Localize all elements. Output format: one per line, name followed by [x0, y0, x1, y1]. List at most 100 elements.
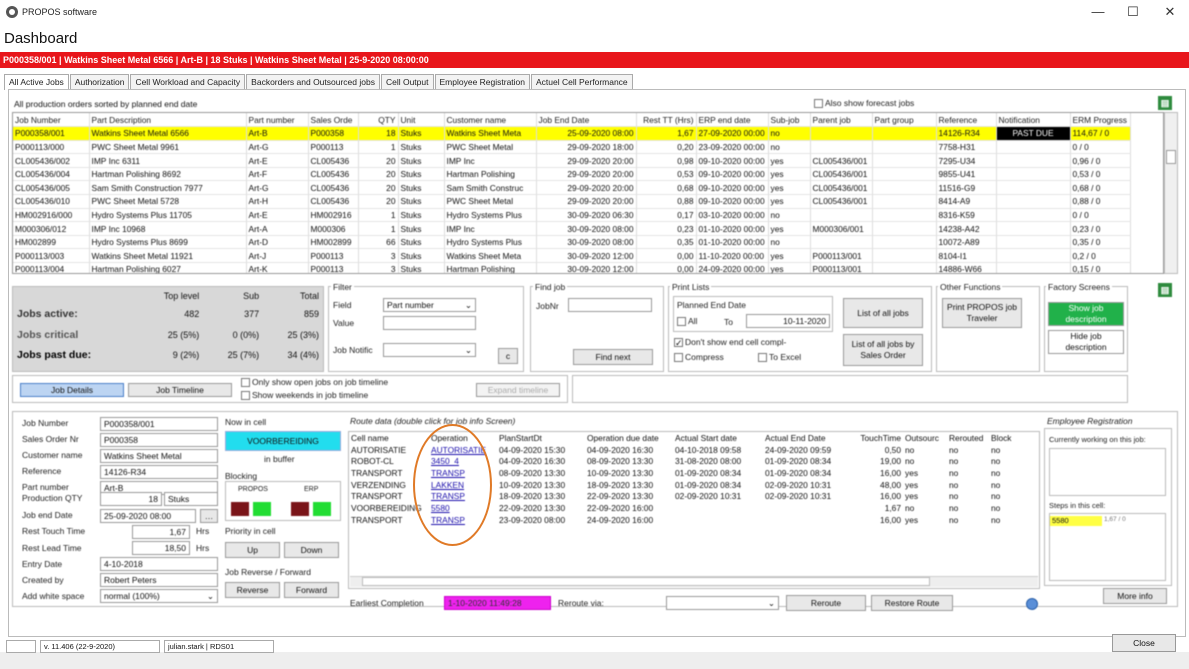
close-window-button[interactable]: ✕	[1158, 3, 1182, 21]
all-checkbox[interactable]	[677, 317, 686, 327]
forward-button[interactable]: Forward	[284, 582, 339, 598]
show-job-description-button[interactable]: Show job description	[1048, 302, 1124, 326]
detail-value[interactable]: P000358/001	[100, 417, 218, 431]
grid-header-cell[interactable]: Part number	[246, 113, 309, 128]
table-row[interactable]: HM002899 Hydro Systems Plus 8699 Art-D HM00…	[13, 235, 1131, 250]
table-row[interactable]: CL005436/002 IMP Inc 6311 Art-E CL005436 20 S…	[13, 153, 1131, 168]
jobs-grid-scroll-thumb[interactable]	[1166, 150, 1176, 164]
filter-field-select[interactable]: Part number ⌄	[383, 298, 476, 312]
table-row[interactable]: P000113/004 Hartman Polishing 6027 Art-K P0…	[13, 262, 1131, 273]
only-open-checkbox[interactable]	[241, 378, 250, 388]
end-date-picker-button[interactable]: …	[200, 509, 218, 523]
grid-header-cell[interactable]: Sales Orde	[308, 113, 359, 128]
show-weekends-checkbox[interactable]	[241, 391, 250, 401]
grid-header-cell[interactable]: Part Description	[89, 113, 247, 128]
close-button[interactable]: Close	[1112, 634, 1176, 652]
grid-header-cell[interactable]: Parent job	[810, 113, 873, 128]
to-excel-checkbox[interactable]	[758, 353, 767, 363]
jobs-grid-scrollbar[interactable]	[1164, 112, 1178, 274]
dont-show-checkbox[interactable]: ✓	[674, 338, 683, 348]
currently-working-list[interactable]	[1049, 448, 1166, 496]
grid-header-cell[interactable]: Part group	[872, 113, 937, 128]
entry-date-input[interactable]: 4-10-2018	[100, 557, 218, 571]
expand-timeline-button[interactable]: Expand timeline	[476, 383, 560, 397]
detail-value[interactable]: P000358	[100, 433, 218, 447]
minimize-button[interactable]: —	[1086, 3, 1110, 21]
grid-header-cell[interactable]: Notification	[996, 113, 1071, 128]
table-row[interactable]: P000358/001 Watkins Sheet Metal 6566 Art-B…	[13, 126, 1131, 141]
tab-cell-workload[interactable]: Cell Workload and Capacity	[130, 74, 246, 89]
prod-qty-input[interactable]: 18	[100, 492, 162, 506]
grid-header-cell[interactable]: Job Number	[13, 113, 90, 128]
table-row[interactable]: CL005436/004 Hartman Polishing 8692 Art-F C…	[13, 167, 1131, 182]
rest-lead-input[interactable]: 18,50	[132, 541, 190, 555]
grid-header-cell[interactable]: QTY	[358, 113, 399, 128]
grid-header-cell[interactable]: Reference	[936, 113, 997, 128]
detail-value[interactable]: 14126-R34	[100, 465, 218, 479]
print-traveler-button[interactable]: Print PROPOS job Traveler	[942, 298, 1022, 328]
tab-authorization[interactable]: Authorization	[69, 74, 130, 89]
route-header-cell[interactable]: Cell name	[349, 432, 429, 444]
tab-actuel-cell-performance[interactable]: Actuel Cell Performance	[531, 74, 633, 89]
tab-all-active-jobs[interactable]: All Active Jobs	[4, 74, 69, 90]
erp-block-green[interactable]	[313, 502, 331, 516]
grid-header-cell[interactable]: Rest TT (Hrs)	[636, 113, 697, 128]
detail-value[interactable]: Watkins Sheet Metal	[100, 449, 218, 463]
hide-job-description-button[interactable]: Hide job description	[1048, 330, 1124, 354]
route-header-cell[interactable]: Actual Start date	[673, 432, 763, 444]
tab-cell-output[interactable]: Cell Output	[380, 74, 434, 89]
grid-header-cell[interactable]: Sub-job	[768, 113, 811, 128]
reverse-button[interactable]: Reverse	[225, 582, 280, 598]
grid-header-cell[interactable]: Unit	[398, 113, 445, 128]
to-date-input[interactable]: 10-11-2020	[746, 314, 830, 328]
route-header-cell[interactable]: Rerouted	[947, 432, 989, 444]
priority-down-button[interactable]: Down	[284, 542, 339, 558]
info-icon[interactable]	[1026, 598, 1038, 610]
restore-route-button[interactable]: Restore Route	[871, 595, 953, 611]
filter-clear-button[interactable]: c	[498, 348, 518, 364]
tab-backorders[interactable]: Backorders and Outsourced jobs	[246, 74, 380, 89]
propos-block-red[interactable]	[231, 502, 249, 516]
find-next-button[interactable]: Find next	[573, 349, 653, 365]
table-row[interactable]: M000306/012 IMP Inc 10968 Art-A M000306 1 Stu…	[13, 221, 1131, 236]
rest-touch-input[interactable]: 1,67	[132, 525, 190, 539]
grid-header-cell[interactable]: ERM Progress	[1070, 113, 1131, 128]
filter-value-input[interactable]	[383, 316, 476, 330]
white-space-select[interactable]: normal (100%) ⌄	[100, 589, 218, 603]
grid-header-cell[interactable]: Customer name	[444, 113, 537, 128]
more-info-button[interactable]: More info	[1103, 588, 1167, 604]
table-row[interactable]: P000113/000 PWC Sheet Metal 9961 Art-G P000…	[13, 140, 1131, 155]
job-details-button[interactable]: Job Details	[20, 383, 124, 397]
table-row[interactable]: P000113/003 Watkins Sheet Metal 11921 Art-…	[13, 248, 1131, 264]
list-by-sales-order-button[interactable]: List of all jobs by Sales Order	[843, 334, 923, 366]
route-hscroll-thumb[interactable]	[362, 577, 930, 586]
grid-header-cell[interactable]: ERP end date	[696, 113, 769, 128]
end-date-input[interactable]: 25-09-2020 08:00	[100, 509, 196, 523]
route-header-cell[interactable]: Operation due date	[585, 432, 673, 444]
tab-employee-registration[interactable]: Employee Registration	[434, 74, 531, 89]
forecast-checkbox[interactable]	[814, 99, 823, 109]
excel-export-icon[interactable]: ▤	[1158, 96, 1172, 110]
jobnr-input[interactable]	[568, 298, 652, 312]
reroute-button[interactable]: Reroute	[786, 595, 866, 611]
job-timeline-button[interactable]: Job Timeline	[128, 383, 232, 397]
table-row[interactable]: CL005436/005 Sam Smith Construction 7977 A…	[13, 180, 1131, 196]
excel-icon[interactable]: ▤	[1158, 283, 1172, 297]
compress-checkbox[interactable]	[674, 353, 683, 363]
table-row[interactable]: HM002916/000 Hydro Systems Plus 11705 Art-…	[13, 208, 1131, 223]
erp-block-red[interactable]	[291, 502, 309, 516]
priority-up-button[interactable]: Up	[225, 542, 280, 558]
table-row[interactable]: CL005436/010 PWC Sheet Metal 5728 Art-H CL0…	[13, 194, 1131, 209]
list-all-jobs-button[interactable]: List of all jobs	[843, 298, 923, 328]
created-by-input[interactable]: Robert Peters	[100, 573, 218, 587]
prod-unit-input[interactable]: Stuks	[164, 492, 218, 506]
route-header-cell[interactable]: Actual End Date	[763, 432, 857, 444]
filter-notific-select[interactable]: ⌄	[383, 343, 476, 357]
grid-header-cell[interactable]: Job End Date	[536, 113, 637, 128]
route-header-cell[interactable]: Block	[989, 432, 1021, 444]
propos-block-green[interactable]	[253, 502, 271, 516]
route-header-cell[interactable]: Outsourc	[903, 432, 947, 444]
maximize-button[interactable]: ☐	[1121, 3, 1145, 21]
route-header-cell[interactable]: TouchTime	[857, 432, 903, 444]
reroute-via-select[interactable]: ⌄	[666, 596, 779, 610]
